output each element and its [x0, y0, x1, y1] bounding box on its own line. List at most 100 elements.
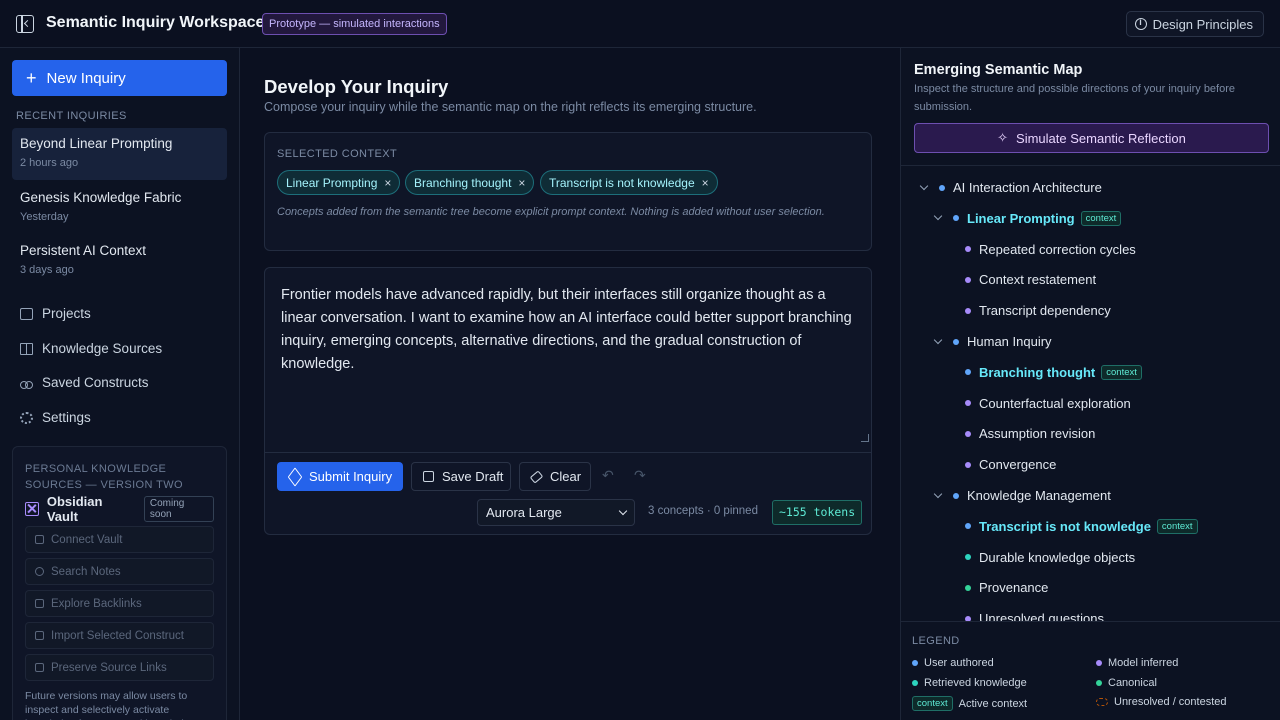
editor-divider — [265, 452, 871, 453]
tree-node[interactable]: AI Interaction Architecture — [919, 180, 1102, 195]
nav-label: Knowledge Sources — [42, 341, 163, 356]
node-dot — [953, 338, 959, 345]
tree-node[interactable]: Human Inquiry — [933, 334, 1052, 349]
inquiry-editor: Frontier models have advanced rapidly, b… — [264, 267, 872, 535]
legend-user-authored: User authored — [912, 657, 994, 669]
tree-node[interactable]: Context restatement — [965, 272, 1096, 287]
save-draft-button[interactable]: Save Draft — [411, 462, 511, 491]
nav-saved-constructs[interactable]: Saved Constructs — [20, 375, 149, 390]
tree-node-label: Knowledge Management — [967, 488, 1111, 503]
chain-icon — [35, 599, 44, 608]
search-notes-button[interactable]: Search Notes — [25, 558, 214, 585]
model-select[interactable]: Aurora Large — [477, 499, 635, 526]
semantic-map-panel: Emerging Semantic Map Inspect the struct… — [900, 48, 1280, 720]
close-icon[interactable]: × — [702, 176, 709, 190]
tree-node[interactable]: Durable knowledge objects — [965, 550, 1135, 565]
tree-node[interactable]: Assumption revision — [965, 426, 1095, 441]
recent-inquiry-item[interactable]: Persistent AI Context 3 days ago — [12, 235, 227, 287]
tree-node[interactable]: Repeated correction cycles — [965, 242, 1136, 257]
node-dot — [965, 584, 971, 591]
vault-name: Obsidian Vault — [46, 494, 103, 524]
resize-handle-icon[interactable] — [861, 434, 869, 442]
tree-node[interactable]: Transcript dependency — [965, 303, 1111, 318]
pks-note: Future versions may allow users to inspe… — [25, 690, 195, 720]
tree-node-label: Context restatement — [979, 272, 1097, 288]
chevron-down-icon[interactable] — [933, 212, 943, 221]
context-chip[interactable]: Transcript is not knowledge × — [540, 170, 718, 195]
clear-label: Clear — [550, 469, 582, 484]
tree-node[interactable]: Branching thought context — [965, 364, 1142, 380]
legend-unresolved: Unresolved / contested — [1096, 696, 1227, 708]
nav-projects[interactable]: Projects — [20, 306, 91, 321]
inquiry-textarea[interactable]: Frontier models have advanced rapidly, b… — [281, 284, 861, 376]
nav-label: Projects — [42, 306, 91, 321]
plus-icon: + — [26, 68, 37, 88]
page-subtitle: Compose your inquiry while the semantic … — [264, 100, 757, 114]
connect-vault-button[interactable]: Connect Vault — [25, 526, 214, 553]
submit-inquiry-button[interactable]: Submit Inquiry — [277, 462, 403, 491]
context-tag: context — [1080, 210, 1122, 226]
design-principles-button[interactable]: Design Principles — [1125, 11, 1264, 37]
legend: LEGEND User authored Model inferred Retr… — [901, 621, 1280, 720]
legend-text: Canonical — [1108, 677, 1157, 689]
tree-node[interactable]: Transcript is not knowledge context — [965, 518, 1198, 534]
import-construct-button[interactable]: Import Selected Construct — [25, 622, 214, 649]
dashed-outline-icon — [1096, 698, 1108, 706]
nav-knowledge-sources[interactable]: Knowledge Sources — [20, 341, 162, 356]
gear-icon — [20, 411, 33, 424]
legend-model-inferred: Model inferred — [1096, 657, 1178, 669]
chevron-down-icon[interactable] — [919, 181, 929, 190]
tree-node[interactable]: Linear Prompting context — [933, 210, 1122, 226]
context-tag: context — [1156, 518, 1198, 534]
node-dot — [965, 369, 971, 376]
tree-node[interactable]: Knowledge Management — [933, 488, 1111, 503]
page-title: Develop Your Inquiry — [264, 76, 449, 97]
close-icon[interactable]: × — [518, 176, 525, 190]
legend-text: Retrieved knowledge — [924, 677, 1027, 689]
book-icon — [20, 342, 33, 355]
legend-dot — [1096, 680, 1102, 686]
recent-inquiry-item[interactable]: Beyond Linear Prompting 2 hours ago — [12, 128, 227, 180]
tree-node-label: Linear Prompting — [967, 210, 1075, 226]
tree-node[interactable]: Convergence — [965, 457, 1056, 472]
close-icon[interactable]: × — [384, 176, 391, 190]
redo-icon[interactable]: ↷ — [634, 467, 646, 484]
nav-settings[interactable]: Settings — [20, 410, 91, 425]
tree-node-label: Branching thought — [979, 364, 1096, 380]
preserve-links-button[interactable]: Preserve Source Links — [25, 654, 214, 681]
vault-icon — [25, 502, 39, 516]
undo-icon[interactable]: ↶ — [602, 467, 614, 484]
context-chip[interactable]: Branching thought × — [405, 170, 535, 195]
tree-node-label: Unresolved questions — [979, 611, 1105, 621]
legend-retrieved: Retrieved knowledge — [912, 677, 1027, 689]
clear-button[interactable]: Clear — [519, 462, 591, 491]
new-inquiry-button[interactable]: + New Inquiry — [12, 60, 227, 96]
chevron-down-icon[interactable] — [933, 489, 943, 498]
tree-node-label: Repeated correction cycles — [979, 241, 1136, 257]
legend-active-context: context Active context — [912, 696, 1027, 711]
chevron-down-icon[interactable] — [933, 335, 943, 344]
context-chip[interactable]: Linear Prompting × — [277, 170, 401, 195]
recent-inquiry-title: Beyond Linear Prompting — [20, 136, 173, 151]
recent-inquiry-title: Genesis Knowledge Fabric — [20, 190, 182, 205]
tree-node[interactable]: Provenance — [965, 580, 1048, 595]
panel-subtitle: Inspect the structure and possible direc… — [914, 83, 1236, 113]
simulate-reflection-button[interactable]: ✧ Simulate Semantic Reflection — [914, 123, 1269, 153]
explore-backlinks-button[interactable]: Explore Backlinks — [25, 590, 214, 617]
tree-node[interactable]: Counterfactual exploration — [965, 396, 1131, 411]
legend-label: LEGEND — [912, 635, 960, 647]
node-dot — [939, 184, 945, 191]
legend-text: Unresolved / contested — [1114, 696, 1227, 708]
semantic-tree: AI Interaction Architecture Linear Prompt… — [901, 166, 1280, 621]
pks-button-label: Search Notes — [51, 565, 121, 578]
chevron-down-icon — [618, 506, 628, 516]
tree-node[interactable]: Unresolved questions — [965, 611, 1104, 621]
legend-canonical: Canonical — [1096, 677, 1157, 689]
link-icon — [35, 535, 44, 544]
node-dot — [965, 554, 971, 561]
new-inquiry-label: New Inquiry — [46, 69, 126, 87]
pks-label: PERSONAL KNOWLEDGE SOURCES — VERSION TWO — [25, 463, 183, 491]
sidebar-toggle-icon[interactable] — [16, 15, 34, 33]
save-draft-label: Save Draft — [442, 469, 504, 484]
recent-inquiry-item[interactable]: Genesis Knowledge Fabric Yesterday — [12, 182, 227, 234]
